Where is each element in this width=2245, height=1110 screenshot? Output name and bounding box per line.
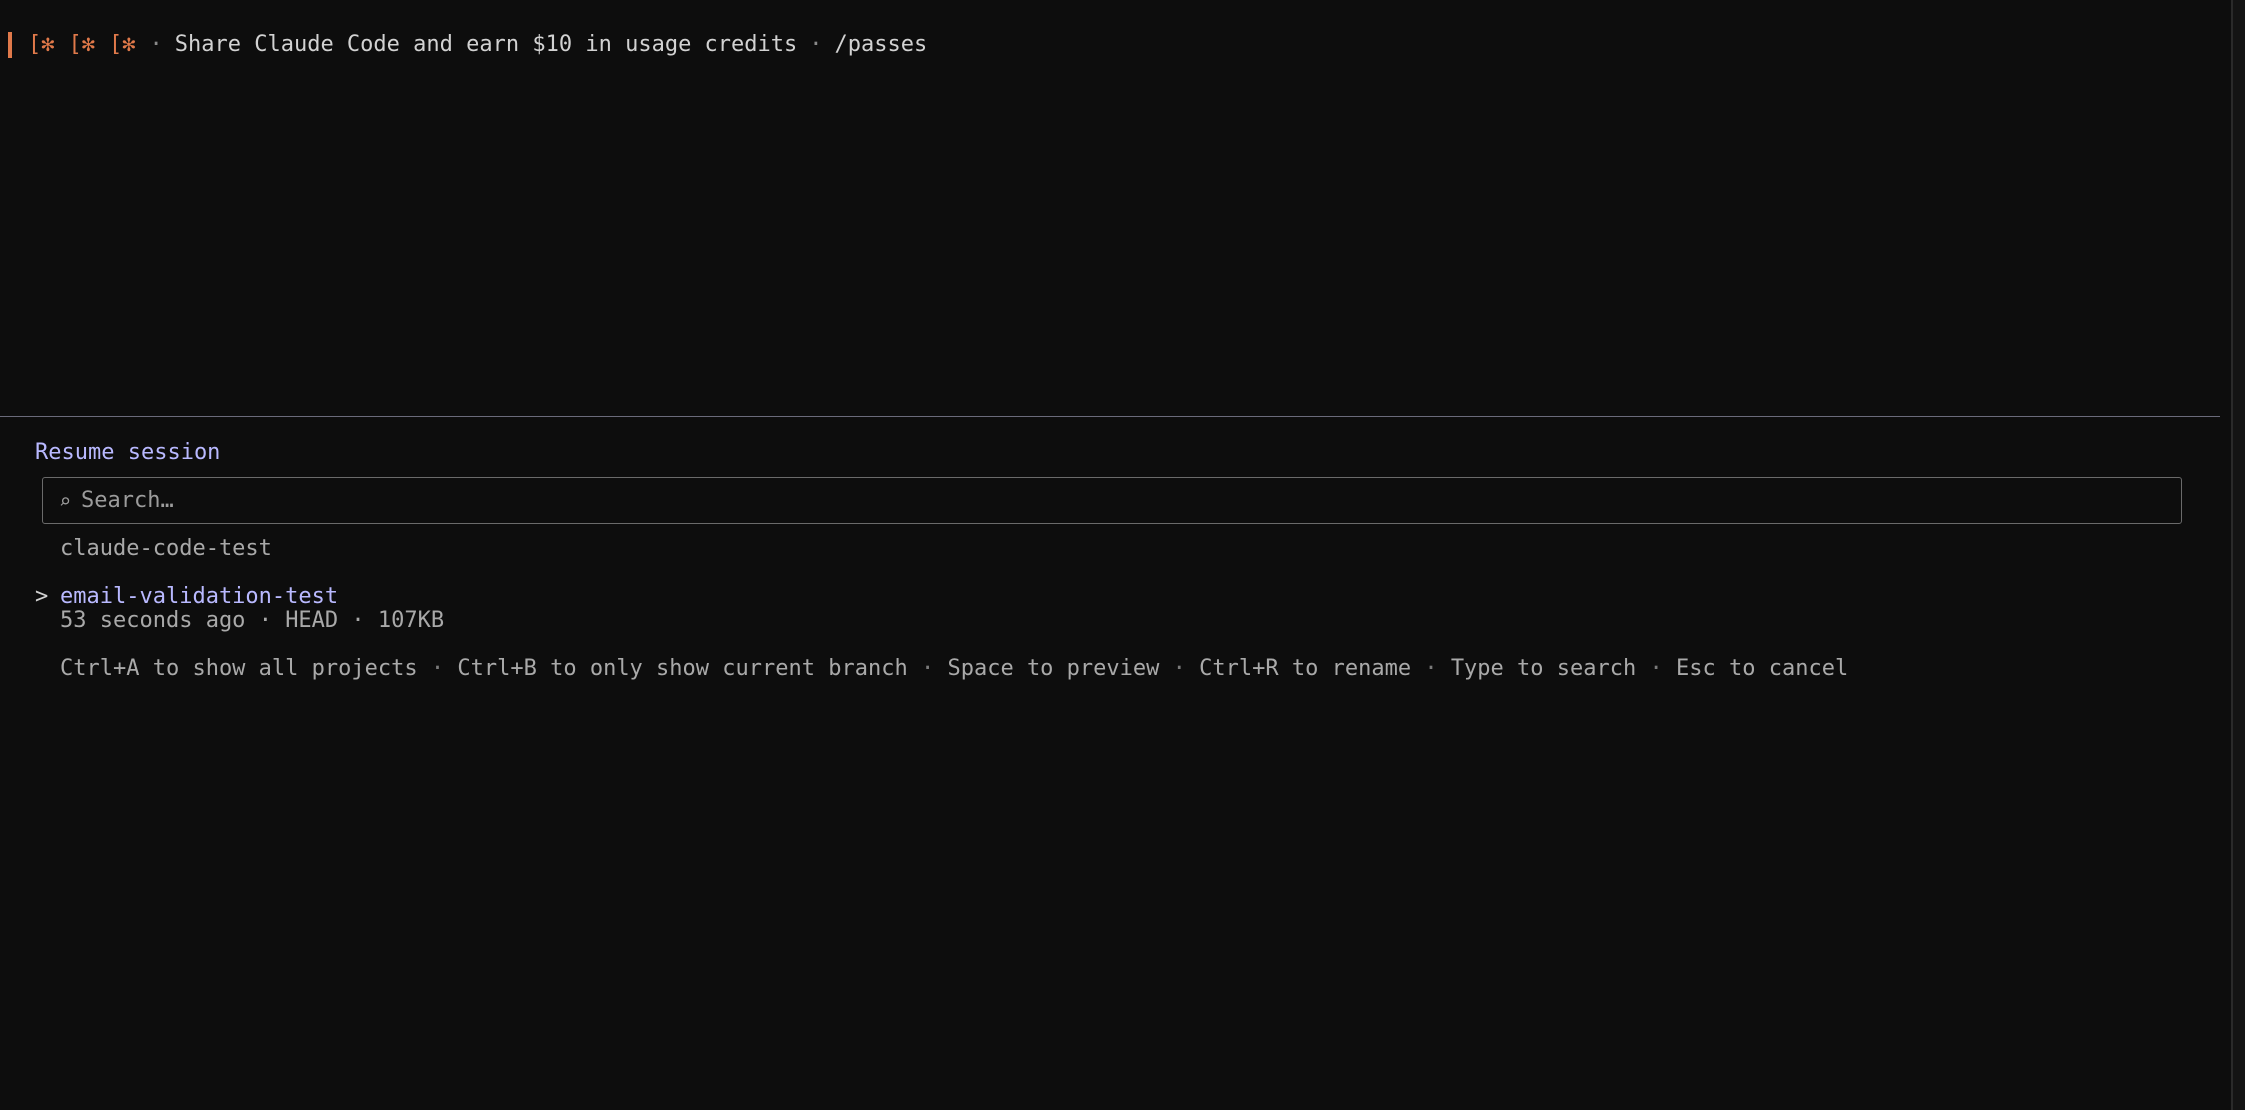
hint-show-all-projects: Ctrl+A to show all projects	[60, 656, 418, 681]
vertical-scrollbar[interactable]	[2231, 0, 2245, 1110]
search-input[interactable]	[81, 488, 2082, 513]
keyboard-hints: Ctrl+A to show all projects · Ctrl+B to …	[60, 656, 1848, 682]
session-meta: 53 seconds ago · HEAD · 107KB	[60, 608, 444, 634]
claude-logo-icon: [✻	[109, 32, 136, 57]
banner-separator: ·	[809, 32, 823, 57]
session-list-item[interactable]: > email-validation-test 53 seconds ago ·…	[35, 584, 2135, 636]
session-branch: HEAD	[285, 608, 339, 633]
hint-separator: ·	[920, 656, 935, 681]
claude-logo-icon: [✻	[28, 32, 55, 57]
claude-logo-icon: [✻	[68, 32, 96, 57]
section-divider	[0, 416, 2220, 417]
session-size: 107KB	[377, 608, 445, 633]
promo-banner: [✻ [✻ [✻ · Share Claude Code and earn $1…	[8, 32, 927, 58]
terminal-window: [✻ [✻ [✻ · Share Claude Code and earn $1…	[0, 0, 2230, 1110]
resume-session-title: Resume session	[35, 440, 221, 465]
passes-command[interactable]: /passes	[835, 32, 928, 58]
hint-type-to-search: Type to search	[1450, 656, 1637, 681]
promo-text: Share Claude Code and earn $10 in usage …	[174, 32, 798, 57]
meta-separator: ·	[351, 608, 365, 633]
hint-rename: Ctrl+R to rename	[1199, 656, 1412, 681]
project-group-header: claude-code-test	[60, 536, 272, 561]
search-box[interactable]: ⌕	[42, 477, 2182, 524]
banner-separator: ·	[149, 32, 163, 57]
accent-bar	[8, 32, 12, 58]
hint-separator: ·	[1172, 656, 1186, 681]
meta-separator: ·	[258, 608, 272, 633]
hint-cancel: Esc to cancel	[1676, 656, 1849, 681]
session-age: 53 seconds ago	[60, 608, 246, 633]
hint-separator: ·	[430, 656, 445, 681]
selected-indicator-icon: >	[35, 584, 49, 609]
hint-current-branch: Ctrl+B to only show current branch	[457, 656, 908, 681]
hint-preview: Space to preview	[947, 656, 1160, 681]
hint-separator: ·	[1424, 656, 1438, 681]
search-icon: ⌕	[59, 488, 72, 513]
session-name[interactable]: email-validation-test	[60, 584, 338, 610]
hint-separator: ·	[1649, 656, 1663, 681]
